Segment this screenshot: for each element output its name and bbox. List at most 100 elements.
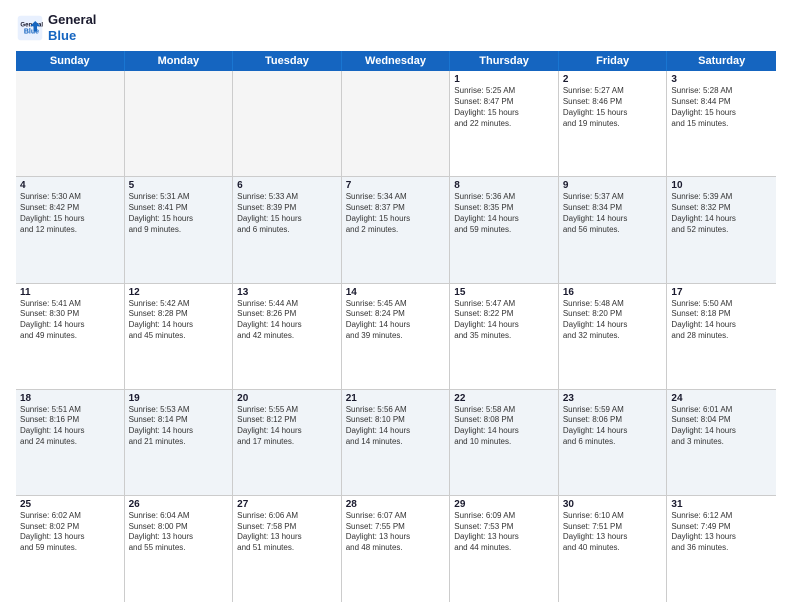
cell-content: Sunrise: 5:55 AMSunset: 8:12 PMDaylight:… (237, 405, 337, 448)
logo-icon: General Blue (16, 14, 44, 42)
calendar-row-3: 11Sunrise: 5:41 AMSunset: 8:30 PMDayligh… (16, 284, 776, 390)
day-number: 12 (129, 287, 229, 298)
calendar-cell-3-6: 16Sunrise: 5:48 AMSunset: 8:20 PMDayligh… (559, 284, 668, 389)
cell-content: Sunrise: 6:10 AMSunset: 7:51 PMDaylight:… (563, 511, 663, 554)
calendar-cell-5-5: 29Sunrise: 6:09 AMSunset: 7:53 PMDayligh… (450, 496, 559, 602)
calendar-cell-2-5: 8Sunrise: 5:36 AMSunset: 8:35 PMDaylight… (450, 177, 559, 282)
cell-content: Sunrise: 5:56 AMSunset: 8:10 PMDaylight:… (346, 405, 446, 448)
cell-content: Sunrise: 6:07 AMSunset: 7:55 PMDaylight:… (346, 511, 446, 554)
calendar-body: 1Sunrise: 5:25 AMSunset: 8:47 PMDaylight… (16, 71, 776, 602)
day-number: 2 (563, 74, 663, 85)
day-number: 18 (20, 393, 120, 404)
cell-content: Sunrise: 5:28 AMSunset: 8:44 PMDaylight:… (671, 86, 772, 129)
cell-content: Sunrise: 6:06 AMSunset: 7:58 PMDaylight:… (237, 511, 337, 554)
cell-content: Sunrise: 5:30 AMSunset: 8:42 PMDaylight:… (20, 192, 120, 235)
cell-content: Sunrise: 5:51 AMSunset: 8:16 PMDaylight:… (20, 405, 120, 448)
calendar-cell-5-4: 28Sunrise: 6:07 AMSunset: 7:55 PMDayligh… (342, 496, 451, 602)
calendar-row-2: 4Sunrise: 5:30 AMSunset: 8:42 PMDaylight… (16, 177, 776, 283)
day-number: 3 (671, 74, 772, 85)
day-number: 7 (346, 180, 446, 191)
calendar-cell-4-1: 18Sunrise: 5:51 AMSunset: 8:16 PMDayligh… (16, 390, 125, 495)
calendar: Sunday Monday Tuesday Wednesday Thursday… (16, 51, 776, 602)
calendar-cell-5-3: 27Sunrise: 6:06 AMSunset: 7:58 PMDayligh… (233, 496, 342, 602)
header-thursday: Thursday (450, 51, 559, 71)
cell-content: Sunrise: 5:39 AMSunset: 8:32 PMDaylight:… (671, 192, 772, 235)
day-number: 31 (671, 499, 772, 510)
day-number: 29 (454, 499, 554, 510)
day-number: 27 (237, 499, 337, 510)
day-number: 8 (454, 180, 554, 191)
day-number: 16 (563, 287, 663, 298)
calendar-cell-4-6: 23Sunrise: 5:59 AMSunset: 8:06 PMDayligh… (559, 390, 668, 495)
calendar-cell-4-3: 20Sunrise: 5:55 AMSunset: 8:12 PMDayligh… (233, 390, 342, 495)
calendar-cell-3-2: 12Sunrise: 5:42 AMSunset: 8:28 PMDayligh… (125, 284, 234, 389)
day-number: 28 (346, 499, 446, 510)
cell-content: Sunrise: 5:44 AMSunset: 8:26 PMDaylight:… (237, 299, 337, 342)
calendar-cell-3-3: 13Sunrise: 5:44 AMSunset: 8:26 PMDayligh… (233, 284, 342, 389)
calendar-cell-3-5: 15Sunrise: 5:47 AMSunset: 8:22 PMDayligh… (450, 284, 559, 389)
cell-content: Sunrise: 6:04 AMSunset: 8:00 PMDaylight:… (129, 511, 229, 554)
cell-content: Sunrise: 5:42 AMSunset: 8:28 PMDaylight:… (129, 299, 229, 342)
cell-content: Sunrise: 5:31 AMSunset: 8:41 PMDaylight:… (129, 192, 229, 235)
calendar-cell-5-7: 31Sunrise: 6:12 AMSunset: 7:49 PMDayligh… (667, 496, 776, 602)
cell-content: Sunrise: 6:09 AMSunset: 7:53 PMDaylight:… (454, 511, 554, 554)
calendar-cell-4-5: 22Sunrise: 5:58 AMSunset: 8:08 PMDayligh… (450, 390, 559, 495)
day-number: 20 (237, 393, 337, 404)
calendar-cell-1-1 (16, 71, 125, 176)
cell-content: Sunrise: 5:27 AMSunset: 8:46 PMDaylight:… (563, 86, 663, 129)
day-number: 26 (129, 499, 229, 510)
calendar-cell-1-6: 2Sunrise: 5:27 AMSunset: 8:46 PMDaylight… (559, 71, 668, 176)
cell-content: Sunrise: 5:25 AMSunset: 8:47 PMDaylight:… (454, 86, 554, 129)
header-saturday: Saturday (667, 51, 776, 71)
cell-content: Sunrise: 5:47 AMSunset: 8:22 PMDaylight:… (454, 299, 554, 342)
day-number: 13 (237, 287, 337, 298)
calendar-cell-5-2: 26Sunrise: 6:04 AMSunset: 8:00 PMDayligh… (125, 496, 234, 602)
calendar-header: Sunday Monday Tuesday Wednesday Thursday… (16, 51, 776, 71)
calendar-cell-1-3 (233, 71, 342, 176)
calendar-cell-5-1: 25Sunrise: 6:02 AMSunset: 8:02 PMDayligh… (16, 496, 125, 602)
calendar-row-5: 25Sunrise: 6:02 AMSunset: 8:02 PMDayligh… (16, 496, 776, 602)
day-number: 6 (237, 180, 337, 191)
calendar-cell-1-4 (342, 71, 451, 176)
day-number: 1 (454, 74, 554, 85)
day-number: 17 (671, 287, 772, 298)
day-number: 9 (563, 180, 663, 191)
cell-content: Sunrise: 5:50 AMSunset: 8:18 PMDaylight:… (671, 299, 772, 342)
logo-text-general: General (48, 12, 96, 28)
header-wednesday: Wednesday (342, 51, 451, 71)
calendar-cell-3-4: 14Sunrise: 5:45 AMSunset: 8:24 PMDayligh… (342, 284, 451, 389)
logo: General Blue General Blue (16, 12, 96, 43)
header: General Blue General Blue (16, 12, 776, 43)
header-friday: Friday (559, 51, 668, 71)
calendar-cell-4-7: 24Sunrise: 6:01 AMSunset: 8:04 PMDayligh… (667, 390, 776, 495)
calendar-cell-2-1: 4Sunrise: 5:30 AMSunset: 8:42 PMDaylight… (16, 177, 125, 282)
day-number: 14 (346, 287, 446, 298)
header-tuesday: Tuesday (233, 51, 342, 71)
calendar-cell-1-2 (125, 71, 234, 176)
day-number: 21 (346, 393, 446, 404)
cell-content: Sunrise: 5:48 AMSunset: 8:20 PMDaylight:… (563, 299, 663, 342)
cell-content: Sunrise: 5:41 AMSunset: 8:30 PMDaylight:… (20, 299, 120, 342)
day-number: 25 (20, 499, 120, 510)
day-number: 5 (129, 180, 229, 191)
calendar-cell-2-2: 5Sunrise: 5:31 AMSunset: 8:41 PMDaylight… (125, 177, 234, 282)
calendar-cell-3-7: 17Sunrise: 5:50 AMSunset: 8:18 PMDayligh… (667, 284, 776, 389)
cell-content: Sunrise: 5:37 AMSunset: 8:34 PMDaylight:… (563, 192, 663, 235)
calendar-cell-4-2: 19Sunrise: 5:53 AMSunset: 8:14 PMDayligh… (125, 390, 234, 495)
calendar-cell-2-4: 7Sunrise: 5:34 AMSunset: 8:37 PMDaylight… (342, 177, 451, 282)
header-sunday: Sunday (16, 51, 125, 71)
calendar-cell-4-4: 21Sunrise: 5:56 AMSunset: 8:10 PMDayligh… (342, 390, 451, 495)
day-number: 11 (20, 287, 120, 298)
day-number: 24 (671, 393, 772, 404)
cell-content: Sunrise: 5:53 AMSunset: 8:14 PMDaylight:… (129, 405, 229, 448)
cell-content: Sunrise: 6:02 AMSunset: 8:02 PMDaylight:… (20, 511, 120, 554)
page: General Blue General Blue Sunday Monday … (0, 0, 792, 612)
cell-content: Sunrise: 5:33 AMSunset: 8:39 PMDaylight:… (237, 192, 337, 235)
day-number: 19 (129, 393, 229, 404)
calendar-row-4: 18Sunrise: 5:51 AMSunset: 8:16 PMDayligh… (16, 390, 776, 496)
cell-content: Sunrise: 5:58 AMSunset: 8:08 PMDaylight:… (454, 405, 554, 448)
day-number: 30 (563, 499, 663, 510)
cell-content: Sunrise: 5:45 AMSunset: 8:24 PMDaylight:… (346, 299, 446, 342)
day-number: 22 (454, 393, 554, 404)
cell-content: Sunrise: 5:59 AMSunset: 8:06 PMDaylight:… (563, 405, 663, 448)
